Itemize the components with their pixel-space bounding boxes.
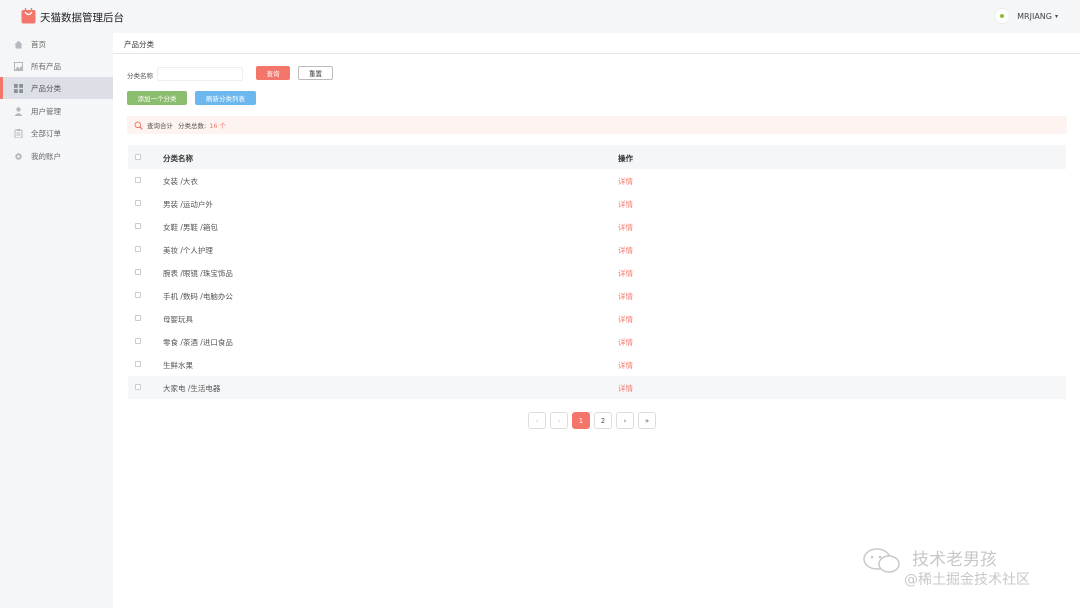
table-row: 大家电 /生活电器 详情 [128, 376, 1066, 399]
watermark-author: 技术老男孩 [912, 550, 997, 570]
category-name: 男装 /运动户外 [163, 200, 213, 209]
next-page-button[interactable]: › [616, 412, 634, 429]
select-all-checkbox[interactable] [135, 154, 141, 160]
row-checkbox[interactable] [135, 361, 141, 367]
details-link[interactable]: 详情 [618, 337, 633, 348]
row-checkbox[interactable] [135, 338, 141, 344]
grid-icon [14, 83, 23, 93]
watermark-source: @稀土掘金技术社区 [904, 572, 1030, 588]
column-header-name: 分类名称 [163, 154, 193, 163]
sidebar-item-account[interactable]: 我的账户 [0, 145, 113, 167]
page-1-button[interactable]: 1 [572, 412, 590, 429]
details-link[interactable]: 详情 [618, 268, 633, 279]
table-row: 手机 /数码 /电脑办公 详情 [128, 284, 1066, 307]
table-row: 美妆 /个人护理 详情 [128, 238, 1066, 261]
row-checkbox[interactable] [135, 200, 141, 206]
category-name: 腕表 /眼镜 /珠宝饰品 [163, 269, 233, 278]
page-title: 产品分类 [124, 40, 154, 49]
category-name: 大家电 /生活电器 [163, 384, 221, 393]
avatar [994, 8, 1011, 24]
gear-icon [15, 152, 22, 160]
sidebar-item-label: 我的账户 [31, 151, 61, 161]
sidebar-item-label: 全部订单 [31, 128, 61, 138]
table-row: 女鞋 /男鞋 /箱包 详情 [128, 215, 1066, 238]
table-header: 分类名称 操作 [128, 145, 1066, 169]
sidebar-item-label: 用户管理 [31, 106, 61, 116]
row-checkbox[interactable] [135, 246, 141, 252]
table-row: 生鲜水果 详情 [128, 353, 1066, 376]
row-checkbox[interactable] [135, 223, 141, 229]
sidebar-item-label: 产品分类 [31, 83, 61, 93]
sidebar-item-home[interactable]: 首页 [0, 33, 113, 55]
app-title: 天猫数据管理后台 [40, 12, 124, 24]
user-name: MRJIANG [1017, 11, 1052, 21]
sidebar-item-users[interactable]: 用户管理 [0, 100, 113, 122]
shopping-bag-logo-icon [21, 8, 36, 24]
user-menu[interactable]: MRJIANG ▾ [994, 8, 1058, 24]
category-name: 生鲜水果 [163, 361, 193, 370]
row-checkbox[interactable] [135, 269, 141, 275]
details-link[interactable]: 详情 [618, 291, 633, 302]
column-header-action: 操作 [618, 154, 633, 163]
sidebar: 首页 所有产品 产品分类 用户管理 全部订单 我的账户 [0, 33, 113, 608]
home-icon [14, 40, 23, 48]
details-link[interactable]: 详情 [618, 383, 633, 394]
summary-title: 查询合计 [147, 122, 173, 130]
details-link[interactable]: 详情 [618, 199, 633, 210]
details-link[interactable]: 详情 [618, 176, 633, 187]
category-name: 母婴玩具 [163, 315, 193, 324]
first-page-button[interactable]: ‹ [528, 412, 546, 429]
category-name: 美妆 /个人护理 [163, 246, 213, 255]
table-row: 女装 /大衣 详情 [128, 169, 1066, 192]
row-checkbox[interactable] [135, 315, 141, 321]
table-row: 母婴玩具 详情 [128, 307, 1066, 330]
chevron-down-icon: ▾ [1054, 12, 1058, 20]
category-name: 女装 /大衣 [163, 177, 198, 186]
image-icon [14, 61, 23, 71]
breadcrumb: 产品分类 [113, 33, 1080, 54]
details-link[interactable]: 详情 [618, 245, 633, 256]
sidebar-item-categories[interactable]: 产品分类 [0, 77, 113, 99]
category-table: 分类名称 操作 女装 /大衣 详情 男装 /运动户外 详情 女鞋 /男鞋 /箱包… [128, 145, 1066, 399]
category-name-input[interactable] [157, 67, 243, 81]
prev-page-button[interactable]: ‹ [550, 412, 568, 429]
category-name: 女鞋 /男鞋 /箱包 [163, 223, 218, 232]
wechat-icon [863, 548, 900, 573]
search-icon [134, 121, 143, 130]
query-button[interactable]: 查询 [256, 66, 290, 80]
category-name: 零食 /茶酒 /进口食品 [163, 338, 233, 347]
table-row: 男装 /运动户外 详情 [128, 192, 1066, 215]
clipboard-icon [14, 128, 23, 138]
page-2-button[interactable]: 2 [594, 412, 612, 429]
summary-count-value: 16 个 [209, 122, 227, 130]
details-link[interactable]: 详情 [618, 314, 633, 325]
last-page-button[interactable]: » [638, 412, 656, 429]
category-name: 手机 /数码 /电脑办公 [163, 292, 233, 301]
user-icon [14, 106, 23, 116]
table-row: 零食 /茶酒 /进口食品 详情 [128, 330, 1066, 353]
row-checkbox[interactable] [135, 292, 141, 298]
category-name-label: 分类名称 [127, 72, 153, 80]
row-checkbox[interactable] [135, 384, 141, 390]
summary-count-label: 分类总数: [178, 122, 207, 130]
sidebar-item-orders[interactable]: 全部订单 [0, 122, 113, 144]
details-link[interactable]: 详情 [618, 360, 633, 371]
row-checkbox[interactable] [135, 177, 141, 183]
refresh-list-button[interactable]: 刷新分类列表 [195, 91, 256, 105]
reset-button[interactable]: 重置 [298, 66, 333, 80]
table-row: 腕表 /眼镜 /珠宝饰品 详情 [128, 261, 1066, 284]
query-summary: 查询合计 分类总数: 16 个 [127, 116, 1067, 134]
add-category-button[interactable]: 添加一个分类 [127, 91, 187, 105]
top-bar: 天猫数据管理后台 MRJIANG ▾ [0, 0, 1080, 33]
sidebar-item-label: 所有产品 [31, 61, 61, 71]
sidebar-item-products[interactable]: 所有产品 [0, 55, 113, 77]
details-link[interactable]: 详情 [618, 222, 633, 233]
pagination: ‹ ‹ 1 2 › » [528, 412, 660, 429]
sidebar-item-label: 首页 [31, 39, 46, 49]
